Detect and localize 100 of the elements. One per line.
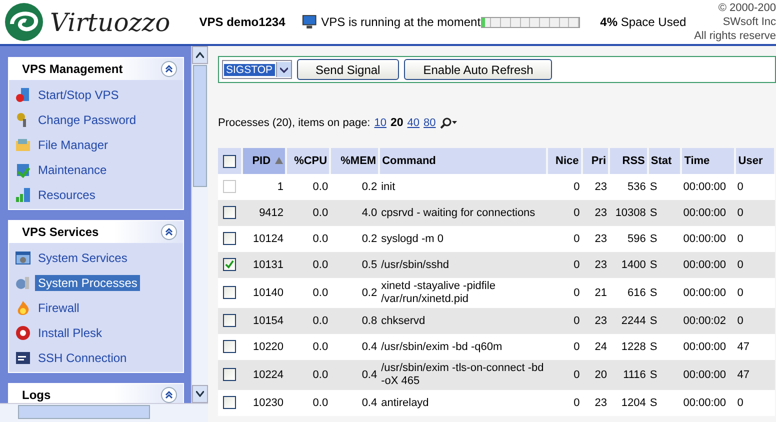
scrollbar[interactable] (191, 46, 208, 403)
panel-title: Logs (22, 388, 51, 402)
sidebar-item[interactable]: Maintenance (35, 162, 110, 178)
column-header[interactable]: PID (242, 148, 286, 174)
table-cell: 0 (574, 232, 580, 244)
table-cell: 00:00:02 (683, 314, 726, 326)
column-header[interactable]: Command (379, 148, 548, 174)
column-header[interactable]: %CPU (286, 148, 330, 174)
table-cell: 10230 (252, 396, 284, 408)
table-cell: 1 (277, 180, 284, 192)
row-checkbox[interactable] (223, 258, 236, 272)
copyright-text: SWsoft Inc (722, 15, 776, 29)
table-cell: 0.4 (362, 396, 378, 408)
table-cell: 0.2 (362, 286, 378, 298)
column-header[interactable]: Stat (648, 148, 682, 174)
scrollbar[interactable] (0, 403, 208, 422)
table-cell: S (650, 206, 658, 218)
column-header[interactable]: Time (681, 148, 736, 174)
row-checkbox[interactable] (223, 314, 236, 328)
sort-arrow-icon (274, 157, 283, 164)
signal-select[interactable]: SIGSTOP (222, 60, 292, 79)
sidebar-item[interactable]: Change Password (35, 112, 140, 128)
toolbar-button[interactable]: Enable Auto Refresh (404, 59, 552, 80)
select-all-checkbox[interactable] (222, 154, 236, 168)
table-cell: 4.0 (362, 206, 378, 218)
table-cell: 00:00:00 (683, 258, 726, 270)
column-header[interactable]: User (735, 148, 775, 174)
row-checkbox[interactable] (223, 286, 236, 300)
table-cell: 10140 (252, 286, 284, 298)
search-icon[interactable] (440, 117, 458, 129)
row-checkbox[interactable] (223, 368, 236, 382)
row-checkbox[interactable] (223, 396, 236, 410)
row-checkbox[interactable] (223, 206, 236, 220)
sidebar-item[interactable]: System Services (35, 250, 130, 266)
table-cell: 23 (594, 396, 608, 408)
table-cell: 00:00:00 (683, 232, 726, 244)
pager-label: Processes (20), items on page: (218, 117, 370, 129)
table-cell: 0 (737, 396, 744, 408)
copyright-text: © 2000-200 (718, 1, 776, 15)
table-cell: 23 (594, 232, 608, 244)
table-cell: 2244 (621, 314, 646, 326)
monitor-icon (302, 14, 318, 30)
table-cell: 0 (574, 340, 580, 352)
sidebar-item[interactable]: SSH Connection (35, 350, 130, 366)
table-cell: 0 (574, 258, 580, 270)
table-cell: 0.2 (362, 180, 378, 192)
table-cell: 0 (574, 286, 580, 298)
table-cell: 10308 (615, 206, 646, 218)
column-header[interactable]: Pri (582, 148, 610, 174)
column-header[interactable]: Nice (547, 148, 582, 174)
table-cell: 0 (737, 286, 744, 298)
table-cell: xinetd -stayalive -pidfile /var/run/xinetd.pid (381, 280, 496, 305)
table-cell: 10131 (252, 258, 284, 270)
fire-icon (15, 300, 31, 316)
table-cell: 23 (594, 206, 608, 218)
space-used: 4% Space Used (600, 15, 688, 29)
panel-title: VPS Management (22, 62, 123, 76)
table-cell: 0.0 (312, 258, 328, 270)
scroll-up-icon[interactable] (196, 52, 204, 58)
table-cell: 23 (594, 258, 608, 270)
collapse-icon[interactable] (161, 61, 177, 77)
table-cell: 10224 (252, 368, 284, 380)
column-header[interactable]: RSS (609, 148, 648, 174)
row-checkbox[interactable] (223, 232, 236, 246)
table-cell: 536 (628, 180, 646, 192)
table-cell: 0 (574, 314, 580, 326)
page-size-link[interactable]: 80 (424, 117, 436, 129)
sidebar-item[interactable]: Resources (35, 186, 98, 202)
sidebar-item[interactable]: File Manager (35, 136, 112, 152)
collapse-icon[interactable] (161, 224, 177, 240)
toolbar-button[interactable]: Send Signal (296, 59, 400, 80)
table-cell: 0.0 (312, 232, 328, 244)
table-cell: 10154 (252, 314, 284, 326)
status-text: VPS is running at the moment (321, 14, 481, 30)
row-checkbox[interactable] (223, 340, 236, 354)
table-cell: 0 (574, 396, 580, 408)
page-size[interactable]: 20 (390, 117, 404, 129)
table-cell: 0 (737, 180, 744, 192)
scroll-down-icon[interactable] (196, 391, 204, 397)
sidebar-item[interactable]: System Processes (35, 274, 140, 290)
table-cell: 21 (594, 286, 608, 298)
page-size-link[interactable]: 10 (374, 117, 386, 129)
page-size-link[interactable]: 40 (407, 117, 420, 129)
collapse-icon[interactable] (161, 387, 177, 403)
table-cell: 0 (737, 206, 744, 218)
table-cell: 00:00:00 (683, 206, 726, 218)
chart-icon (15, 186, 31, 202)
table-cell: 0 (737, 314, 744, 326)
table-cell: 596 (628, 232, 646, 244)
table-cell: S (650, 258, 658, 270)
table-cell: 00:00:00 (683, 286, 726, 298)
table-cell: 1204 (621, 396, 646, 408)
table-cell: 00:00:00 (683, 396, 726, 408)
table-cell: init (381, 180, 396, 192)
sidebar-item[interactable]: Firewall (35, 300, 82, 316)
column-header[interactable]: %MEM (330, 148, 380, 174)
copyright-text: All rights reserve (694, 29, 776, 43)
sidebar-item[interactable]: Install Plesk (35, 324, 106, 340)
sidebar-item[interactable]: Start/Stop VPS (35, 86, 122, 102)
table-cell: 0 (574, 368, 580, 380)
